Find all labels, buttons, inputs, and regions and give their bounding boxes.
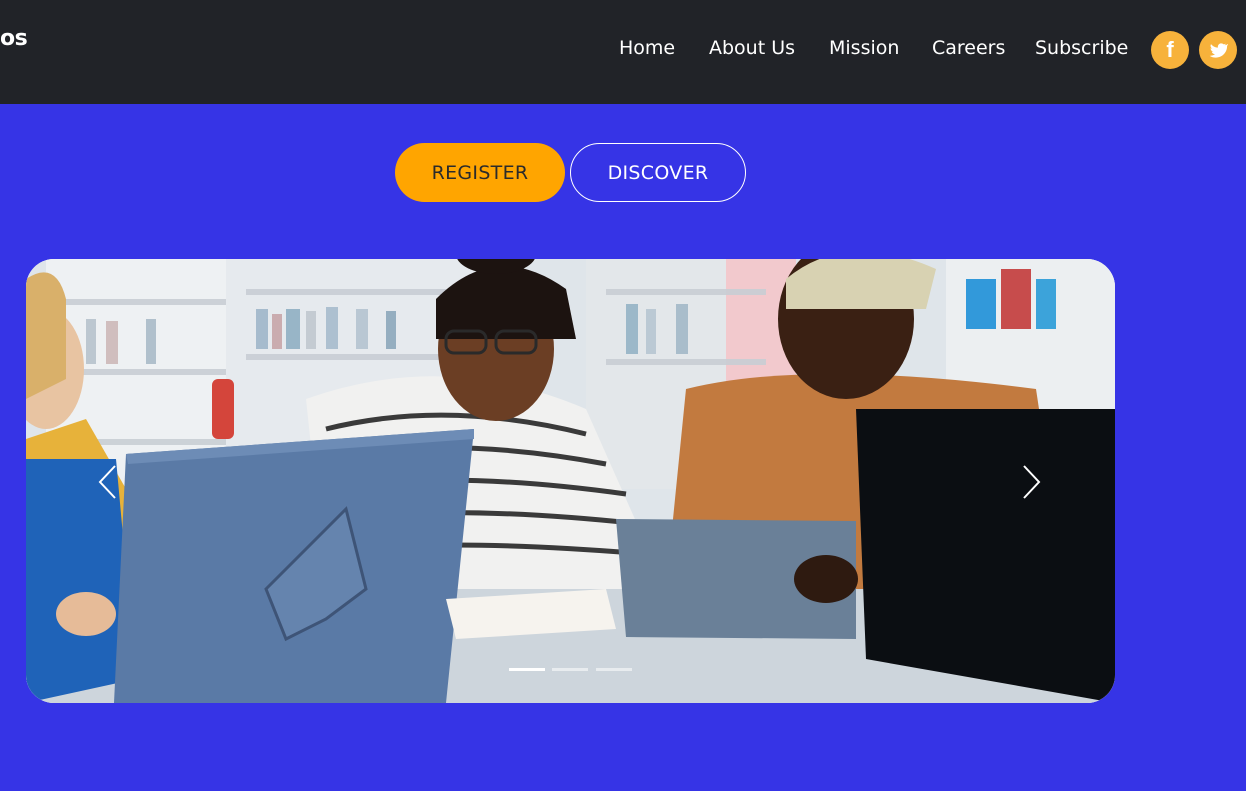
carousel-next-button[interactable] <box>1017 462 1047 502</box>
nav-link-subscribe[interactable]: Subscribe <box>1035 37 1128 59</box>
nav-link-careers[interactable]: Careers <box>932 37 1005 59</box>
carousel-indicator-3[interactable] <box>596 668 632 671</box>
twitter-icon <box>1209 43 1228 58</box>
chevron-right-icon <box>1023 465 1041 499</box>
carousel-slide-image <box>26 259 1115 703</box>
facebook-button[interactable]: f <box>1151 31 1189 69</box>
twitter-button[interactable] <box>1199 31 1237 69</box>
carousel-indicator-1[interactable] <box>509 668 545 671</box>
nav-link-about-us[interactable]: About Us <box>709 37 795 59</box>
nav-link-home[interactable]: Home <box>619 37 675 59</box>
facebook-icon: f <box>1166 37 1174 62</box>
brand-logo[interactable]: os <box>0 26 28 51</box>
top-navbar: os Home About Us Mission Careers Subscri… <box>0 0 1246 104</box>
nav-link-mission[interactable]: Mission <box>829 37 899 59</box>
carousel-indicator-2[interactable] <box>552 668 588 671</box>
carousel-prev-button[interactable] <box>92 462 122 502</box>
register-button[interactable]: REGISTER <box>395 143 565 202</box>
hero-carousel <box>26 259 1115 703</box>
discover-button[interactable]: DISCOVER <box>570 143 746 202</box>
chevron-left-icon <box>98 465 116 499</box>
